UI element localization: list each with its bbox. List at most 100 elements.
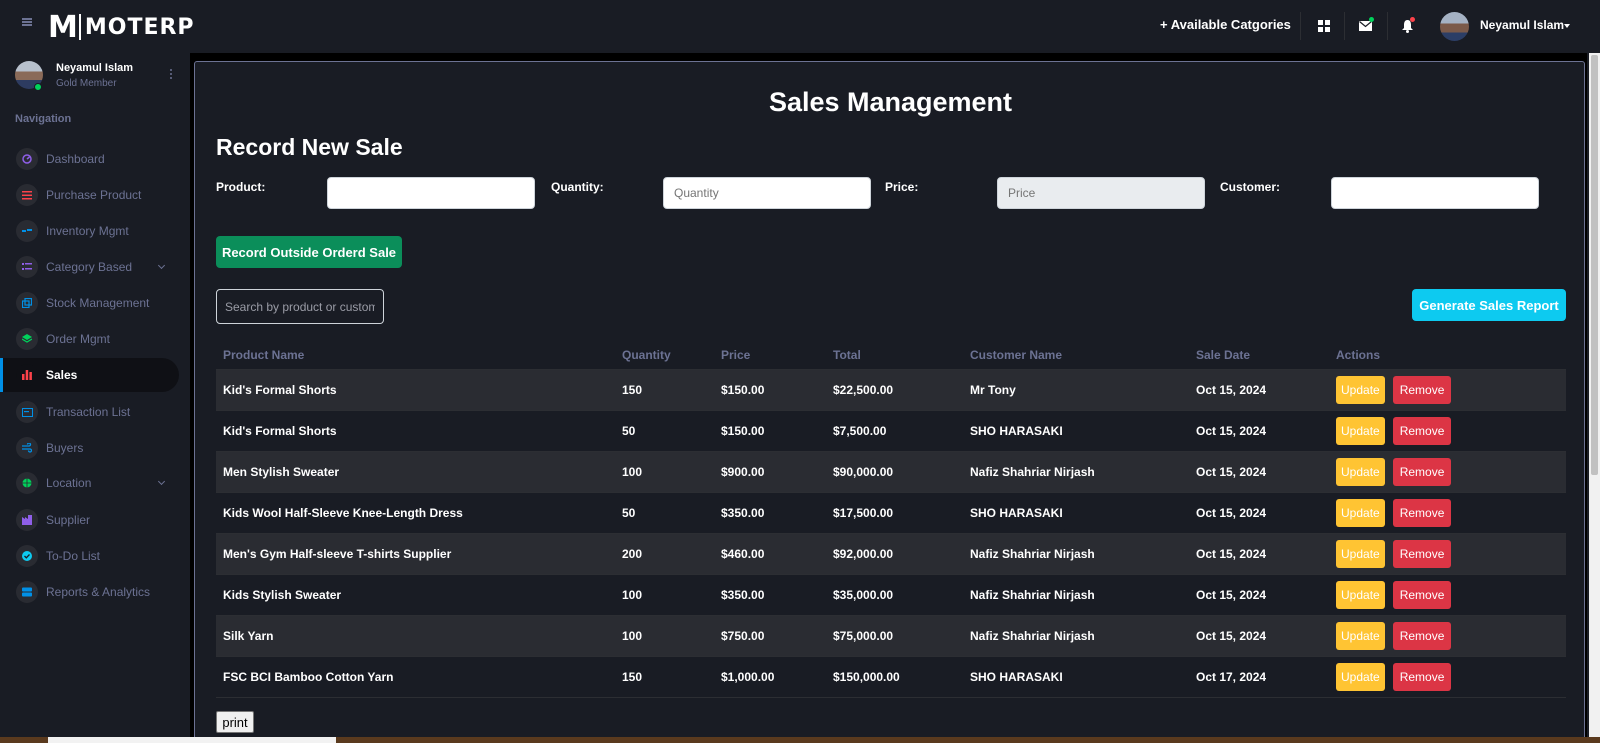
quantity-cell: 50 [615,492,714,534]
more-options-icon[interactable] [170,69,172,79]
price-cell: $750.00 [714,615,826,657]
product-cell: Men's Gym Half-sleeve T-shirts Supplier [216,533,615,575]
speedometer-icon [16,148,38,170]
column-header-total: Total [826,341,963,370]
search-input[interactable] [216,289,384,324]
sidebar-item-label: Order Mgmt [46,332,111,346]
remove-button[interactable]: Remove [1392,457,1452,486]
sidebar-item-category-based[interactable]: Category Based [0,250,179,284]
sidebar-item-transaction-list[interactable]: Transaction List [0,395,179,429]
scrollbar-thumb[interactable] [1591,55,1598,475]
table-header-row: Product Name Quantity Price Total Custom… [216,341,1566,370]
update-button[interactable]: Update [1336,580,1385,609]
price-cell: $350.00 [714,574,826,616]
bell-icon[interactable] [1395,14,1419,38]
product-cell: Kids Wool Half-Sleeve Knee-Length Dress [216,492,615,534]
table-row: Men's Gym Half-sleeve T-shirts Supplier … [216,533,1566,575]
update-button[interactable]: Update [1336,416,1385,445]
available-categories-link[interactable]: + Available Catgories [1160,17,1291,32]
remove-button[interactable]: Remove [1392,375,1452,404]
card-icon [16,401,38,423]
envelope-icon[interactable] [1353,14,1377,38]
price-cell: $350.00 [714,492,826,534]
product-cell: Kid's Formal Shorts [216,369,615,411]
update-button[interactable]: Update [1336,539,1385,568]
main-content: Sales Management Record New Sale Product… [190,53,1587,743]
remove-button[interactable]: Remove [1392,621,1452,650]
update-button[interactable]: Update [1336,375,1385,404]
update-button[interactable]: Update [1336,457,1385,486]
sidebar-item-label: Reports & Analytics [46,585,151,599]
quantity-field[interactable] [663,177,871,209]
customer-cell: Nafiz Shahriar Nirjash [963,574,1189,616]
print-button[interactable]: print [216,711,254,733]
date-cell: Oct 15, 2024 [1189,615,1329,657]
price-label: Price: [885,180,919,194]
profile-name: Neyamul Islam [56,62,134,74]
nav-heading: Navigation [15,113,72,125]
actions-cell: Update Remove [1329,492,1566,534]
actions-cell: Update Remove [1329,615,1566,657]
brand-logo[interactable]: M MOTERP [48,10,195,45]
user-menu-name[interactable]: Neyamul Islam [1480,18,1564,32]
remove-button[interactable]: Remove [1392,662,1452,691]
total-cell: $35,000.00 [826,574,963,616]
sidebar-item-reports-analytics[interactable]: Reports & Analytics [0,575,179,609]
caret-down-icon[interactable] [1564,24,1570,28]
page-title: Sales Management [768,87,1013,117]
sidebar-item-stock-management[interactable]: Stock Management [0,286,179,320]
chevron-down-icon[interactable] [157,477,166,486]
customer-cell: SHO HARASAKI [963,492,1189,534]
sidebar-item-todo-list[interactable]: To-Do List [0,539,179,573]
divider [1300,12,1301,40]
sidebar-item-order-mgmt[interactable]: Order Mgmt [0,322,179,356]
product-field[interactable] [327,177,535,209]
update-button[interactable]: Update [1336,498,1385,527]
remove-button[interactable]: Remove [1392,539,1452,568]
product-cell: Kid's Formal Shorts [216,410,615,452]
quantity-cell: 100 [615,451,714,493]
price-field[interactable] [997,177,1205,209]
sidebar-item-supplier[interactable]: Supplier [0,503,179,537]
sidebar-item-buyers[interactable]: Buyers [0,431,179,465]
sidebar-item-label: Supplier [46,513,91,527]
grid-icon[interactable] [1312,14,1336,38]
remove-button[interactable]: Remove [1392,498,1452,527]
sidebar-item-label: Sales [46,368,78,382]
date-cell: Oct 15, 2024 [1189,492,1329,534]
online-status-icon [34,83,42,91]
customer-cell: Nafiz Shahriar Nirjash [963,451,1189,493]
table-row: Men Stylish Sweater 100 $900.00 $90,000.… [216,451,1566,493]
product-cell: Men Stylish Sweater [216,451,615,493]
remove-button[interactable]: Remove [1392,416,1452,445]
generate-report-button[interactable]: Generate Sales Report [1412,289,1566,321]
page-scrollbar[interactable] [1589,53,1600,743]
sidebar-item-location[interactable]: Location [0,466,179,500]
mail-indicator [1369,17,1374,22]
table-row: Kid's Formal Shorts 50 $150.00 $7,500.00… [216,410,1566,452]
price-cell: $150.00 [714,410,826,452]
customer-field[interactable] [1331,177,1539,209]
total-cell: $22,500.00 [826,369,963,411]
sidebar-item-dashboard[interactable]: Dashboard [0,142,179,176]
record-sale-button[interactable]: Record Outside Orderd Sale [216,236,402,268]
price-cell: $900.00 [714,451,826,493]
update-button[interactable]: Update [1336,621,1385,650]
sidebar-item-inventory-mgmt[interactable]: Inventory Mgmt [0,214,179,248]
menu-toggle-icon[interactable] [22,16,32,28]
update-button[interactable]: Update [1336,662,1385,691]
avatar[interactable] [1440,12,1469,41]
product-cell: FSC BCI Bamboo Cotton Yarn [216,656,615,698]
actions-cell: Update Remove [1329,410,1566,452]
sidebar-item-purchase-product[interactable]: Purchase Product [0,178,179,212]
table-row: Kids Stylish Sweater 100 $350.00 $35,000… [216,574,1566,616]
sidebar-item-label: Category Based [46,260,133,274]
chevron-down-icon[interactable] [157,261,166,270]
sidebar-item-sales[interactable]: Sales [0,358,179,392]
sidebar-item-label: Stock Management [46,296,150,310]
dashes-icon [16,220,38,242]
quantity-label: Quantity: [551,180,604,194]
remove-button[interactable]: Remove [1392,580,1452,609]
actions-cell: Update Remove [1329,656,1566,698]
sidebar-item-label: To-Do List [46,549,101,563]
